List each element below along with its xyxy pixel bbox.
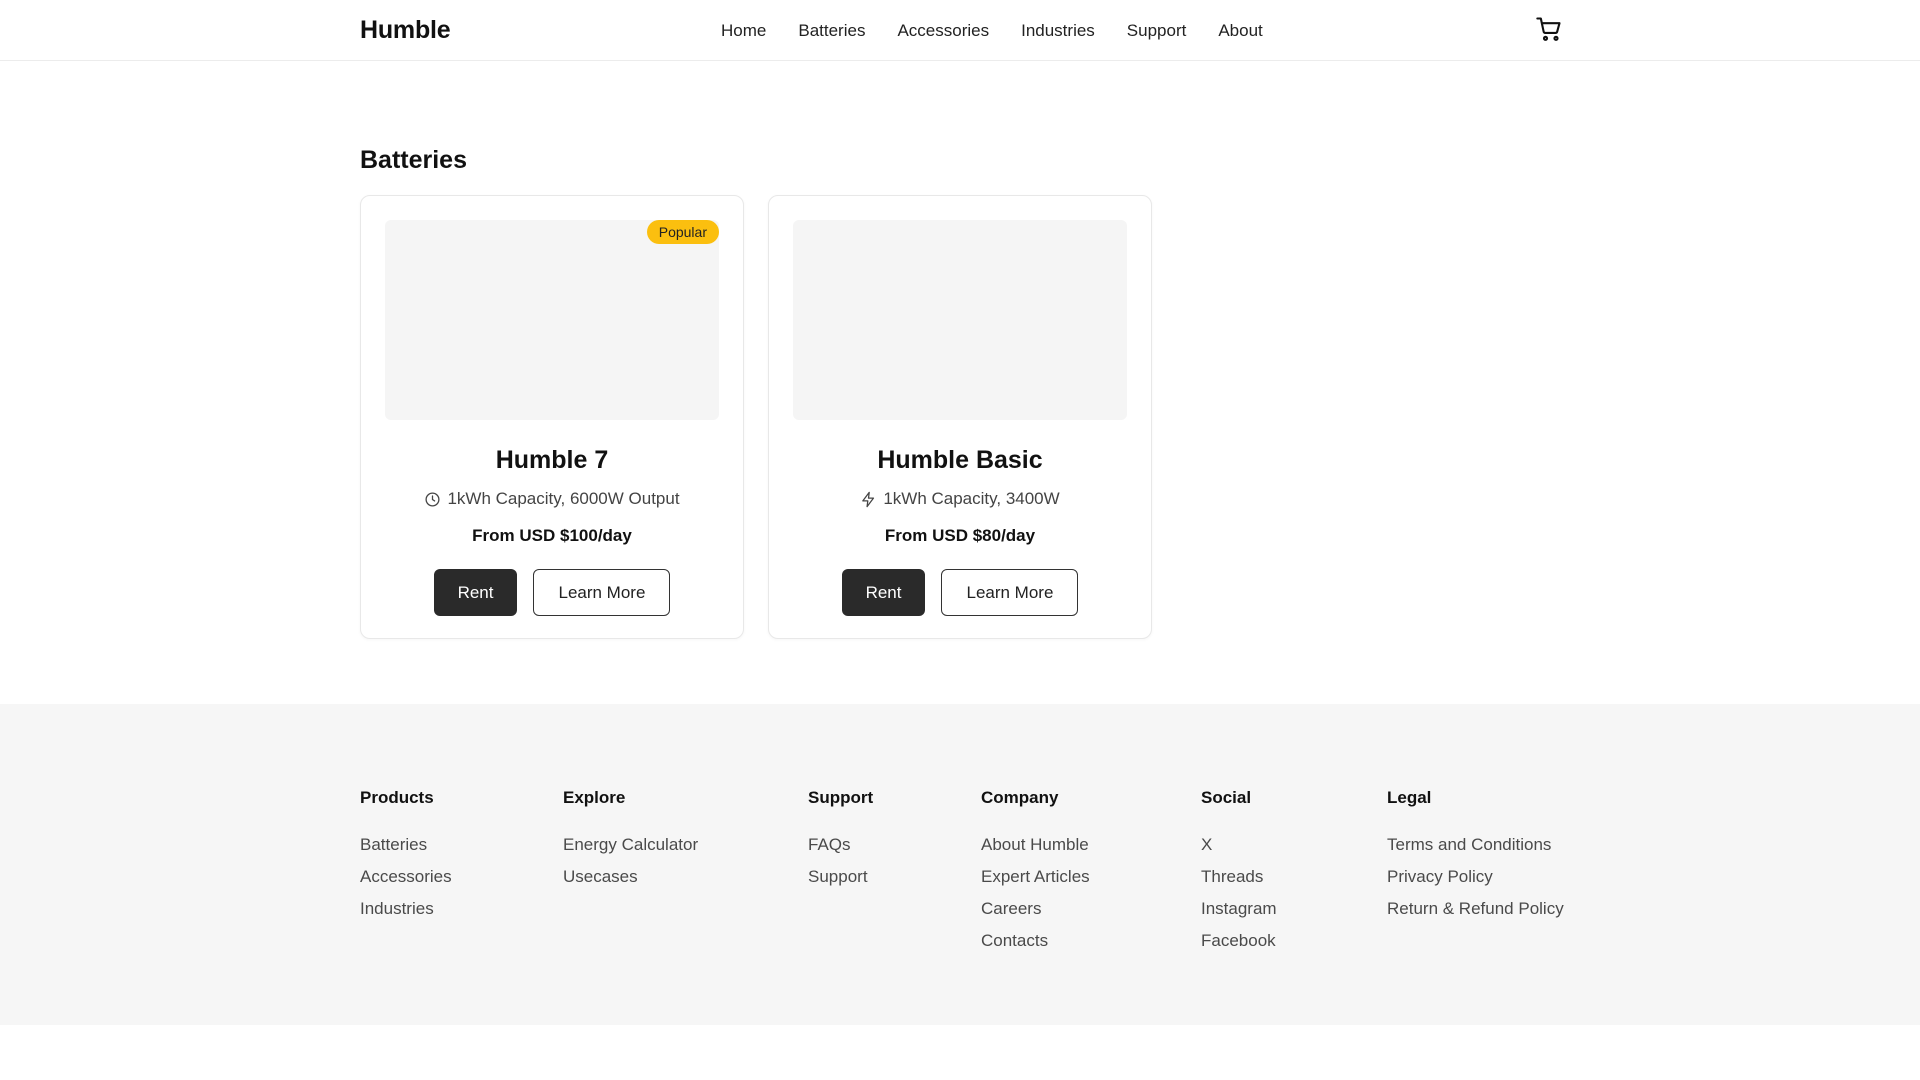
footer-link[interactable]: Facebook bbox=[1201, 931, 1277, 963]
product-actions: Rent Learn More bbox=[769, 569, 1151, 616]
nav-home[interactable]: Home bbox=[721, 21, 766, 41]
lightning-icon bbox=[860, 491, 877, 508]
footer-link[interactable]: Accessories bbox=[360, 867, 452, 899]
footer-link[interactable]: Support bbox=[808, 867, 873, 899]
nav-industries[interactable]: Industries bbox=[1021, 21, 1095, 41]
footer-link[interactable]: Contacts bbox=[981, 931, 1090, 963]
footer-heading: Explore bbox=[563, 788, 626, 807]
learn-more-button[interactable]: Learn More bbox=[533, 569, 671, 616]
footer-column-support: Support FAQs Support bbox=[808, 788, 873, 899]
footer-link[interactable]: About Humble bbox=[981, 835, 1090, 867]
footer-link[interactable]: Industries bbox=[360, 899, 452, 931]
footer-column-social: Social X Threads Instagram Facebook bbox=[1201, 788, 1277, 963]
product-name: Humble 7 bbox=[495, 446, 609, 474]
nav-accessories[interactable]: Accessories bbox=[897, 21, 989, 41]
nav-batteries[interactable]: Batteries bbox=[798, 21, 865, 41]
product-card: Humble Basic 1kWh Capacity, 3400W From U… bbox=[768, 195, 1152, 639]
footer-link[interactable]: FAQs bbox=[808, 835, 873, 867]
footer-link[interactable]: Threads bbox=[1201, 867, 1277, 899]
site-footer: Products Batteries Accessories Industrie… bbox=[0, 704, 1920, 1025]
product-name: Humble Basic bbox=[877, 446, 1043, 474]
footer-column-explore: Explore Energy Calculator Usecases bbox=[563, 788, 698, 899]
product-image bbox=[793, 220, 1127, 420]
product-spec: 1kWh Capacity, 3400W bbox=[769, 489, 1151, 509]
footer-column-products: Products Batteries Accessories Industrie… bbox=[360, 788, 452, 931]
product-card: Popular Humble 7 1kWh Capacity, 6000W Ou… bbox=[360, 195, 744, 639]
footer-column-legal: Legal Terms and Conditions Privacy Polic… bbox=[1387, 788, 1564, 931]
footer-link[interactable]: Usecases bbox=[563, 867, 698, 899]
footer-link[interactable]: Batteries bbox=[360, 835, 452, 867]
product-price: From USD $100/day bbox=[472, 526, 632, 545]
footer-heading: Social bbox=[1201, 788, 1252, 807]
nav-support[interactable]: Support bbox=[1127, 21, 1187, 41]
product-image: Popular bbox=[385, 220, 719, 420]
footer-heading: Company bbox=[981, 788, 1059, 807]
footer-heading: Products bbox=[360, 788, 434, 807]
footer-link[interactable]: Energy Calculator bbox=[563, 835, 698, 867]
footer-link[interactable]: X bbox=[1201, 835, 1277, 867]
footer-link[interactable]: Expert Articles bbox=[981, 867, 1090, 899]
footer-heading: Legal bbox=[1387, 788, 1432, 807]
footer-link[interactable]: Terms and Conditions bbox=[1387, 835, 1564, 867]
rent-button[interactable]: Rent bbox=[841, 569, 926, 616]
clock-icon bbox=[424, 491, 441, 508]
product-spec-text: 1kWh Capacity, 6000W Output bbox=[447, 489, 680, 508]
nav-about[interactable]: About bbox=[1218, 21, 1262, 41]
site-header: Humble Home Batteries Accessories Indust… bbox=[0, 0, 1920, 61]
footer-link[interactable]: Privacy Policy bbox=[1387, 867, 1564, 899]
footer-link[interactable]: Careers bbox=[981, 899, 1090, 931]
product-spec: 1kWh Capacity, 6000W Output bbox=[361, 489, 743, 509]
footer-heading: Support bbox=[808, 788, 874, 807]
footer-link[interactable]: Instagram bbox=[1201, 899, 1277, 931]
product-price: From USD $80/day bbox=[884, 526, 1036, 545]
logo[interactable]: Humble bbox=[360, 16, 451, 45]
footer-link[interactable]: Return & Refund Policy bbox=[1387, 899, 1564, 931]
popular-badge: Popular bbox=[646, 220, 719, 244]
section-title: Batteries bbox=[360, 146, 467, 174]
shopping-cart-icon[interactable] bbox=[1535, 15, 1563, 43]
product-spec-text: 1kWh Capacity, 3400W bbox=[883, 489, 1060, 508]
learn-more-button[interactable]: Learn More bbox=[941, 569, 1079, 616]
main-nav: Home Batteries Accessories Industries Su… bbox=[721, 0, 1295, 61]
product-actions: Rent Learn More bbox=[361, 569, 743, 616]
footer-column-company: Company About Humble Expert Articles Car… bbox=[981, 788, 1090, 963]
rent-button[interactable]: Rent bbox=[433, 569, 518, 616]
